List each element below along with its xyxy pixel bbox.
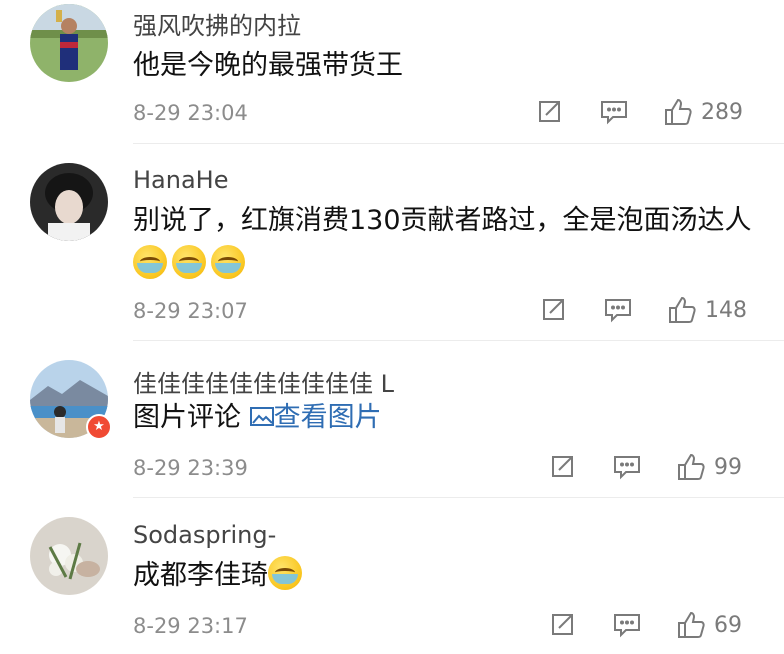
comment-button[interactable] <box>604 297 632 323</box>
laugh-cry-emoji <box>172 245 206 279</box>
avatar[interactable] <box>30 4 108 82</box>
comment-button[interactable] <box>613 454 641 480</box>
laugh-cry-emoji <box>211 245 245 279</box>
comment-list: 强风吹拂的内拉 他是今晚的最强带货王 8-29 23:04 289 HanaHe… <box>0 0 784 654</box>
username[interactable]: Sodaspring- <box>133 521 276 549</box>
username[interactable]: 强风吹拂的内拉 <box>133 6 301 41</box>
comment-button[interactable] <box>613 612 641 638</box>
image-icon <box>249 407 274 426</box>
divider <box>133 143 784 144</box>
laugh-cry-emoji <box>133 245 167 279</box>
like-icon <box>669 296 696 323</box>
like-count: 148 <box>705 297 747 323</box>
username[interactable]: 佳佳佳佳佳佳佳佳佳佳 L <box>133 364 394 399</box>
timestamp: 8-29 23:04 <box>133 101 248 125</box>
like-icon <box>678 453 705 480</box>
username[interactable]: HanaHe <box>133 166 228 194</box>
repost-button[interactable] <box>539 296 567 324</box>
vip-badge: ★ <box>86 414 112 440</box>
comment-body: 成都李佳琦 <box>133 560 268 591</box>
like-icon <box>665 98 692 125</box>
repost-button[interactable] <box>535 98 563 126</box>
comment-button[interactable] <box>600 99 628 125</box>
repost-icon <box>543 299 564 320</box>
comment-icon <box>614 456 640 480</box>
like-button[interactable]: 99 <box>676 452 742 482</box>
divider <box>133 340 784 341</box>
avatar[interactable] <box>30 163 108 241</box>
comment-body: 图片评论 <box>133 402 241 433</box>
repost-icon <box>539 101 560 122</box>
like-count: 69 <box>714 612 742 638</box>
timestamp: 8-29 23:17 <box>133 614 248 638</box>
divider <box>133 497 784 498</box>
comment-text: 图片评论 查看图片 <box>133 396 753 440</box>
comment-text: 成都李佳琦 <box>133 554 753 598</box>
like-count: 99 <box>714 454 742 480</box>
like-button[interactable]: 69 <box>676 610 742 640</box>
comment-icon <box>614 614 640 638</box>
view-image-label: 查看图片 <box>273 402 382 433</box>
comment-icon <box>605 299 631 323</box>
avatar[interactable] <box>30 517 108 595</box>
cry-emoji <box>268 556 302 590</box>
timestamp: 8-29 23:07 <box>133 299 248 323</box>
like-button[interactable]: 148 <box>667 295 747 325</box>
comment-body: 别说了，红旗消费130贡献者路过，全是泡面汤达人 <box>133 205 752 236</box>
comment-icon <box>601 101 627 125</box>
repost-icon <box>552 614 573 635</box>
repost-button[interactable] <box>548 453 576 481</box>
comment-text: 别说了，红旗消费130贡献者路过，全是泡面汤达人 <box>133 199 753 287</box>
view-image-link[interactable]: 查看图片 <box>249 402 382 433</box>
like-button[interactable]: 289 <box>663 97 743 127</box>
comment-text: 他是今晚的最强带货王 <box>133 50 403 81</box>
like-icon <box>678 611 705 638</box>
like-count: 289 <box>701 99 743 125</box>
repost-icon <box>552 456 573 477</box>
timestamp: 8-29 23:39 <box>133 456 248 480</box>
repost-button[interactable] <box>548 611 576 639</box>
